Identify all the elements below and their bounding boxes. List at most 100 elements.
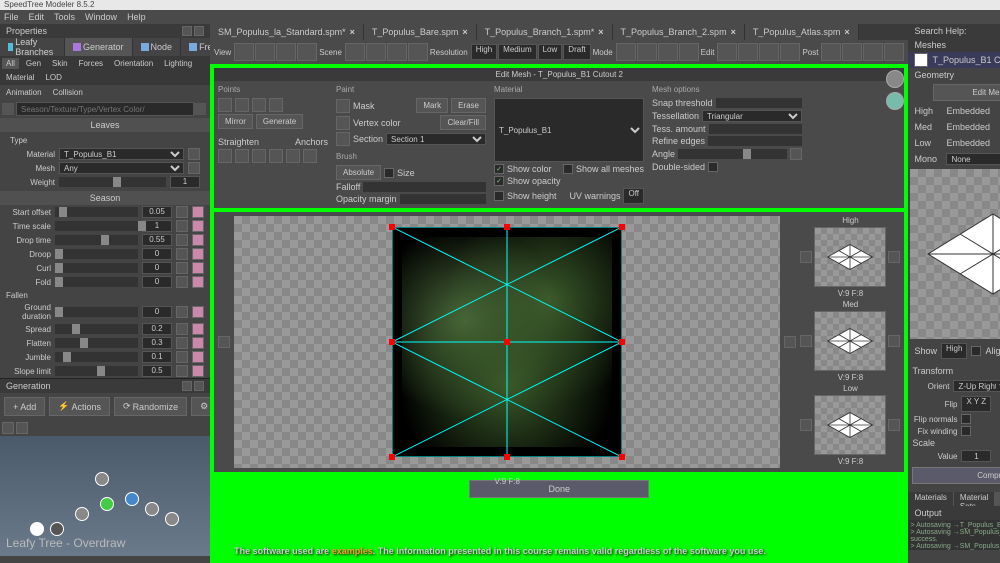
subtab-anim[interactable]: Animation: [2, 87, 46, 98]
value-field[interactable]: 0.05: [142, 206, 172, 218]
nav-icon[interactable]: [888, 251, 900, 263]
plus-icon[interactable]: [188, 148, 200, 160]
vary-icon[interactable]: [192, 234, 204, 246]
subtab-skin[interactable]: Skin: [48, 58, 72, 69]
slider[interactable]: [55, 307, 138, 317]
slider[interactable]: [55, 366, 138, 376]
sec-icon[interactable]: [336, 132, 350, 146]
menu-tools[interactable]: Tools: [54, 12, 75, 22]
double-check[interactable]: [708, 162, 718, 172]
doc-tab[interactable]: SM_Populus_la_Standard.spm*×: [210, 24, 364, 40]
toolbar-icon[interactable]: [345, 43, 365, 61]
toolbar-icon[interactable]: [717, 43, 737, 61]
value-field[interactable]: 1: [142, 220, 172, 232]
subtab-orient[interactable]: Orientation: [110, 58, 157, 69]
toolbar-icon[interactable]: [679, 43, 699, 61]
actions-button[interactable]: ⚡Actions: [49, 397, 110, 416]
uv-select[interactable]: Off: [623, 188, 644, 204]
doc-tab[interactable]: T_Populus_Atlas.spm×: [745, 24, 859, 40]
tab-matsets[interactable]: Material Sets: [954, 492, 995, 506]
slider[interactable]: [55, 263, 138, 273]
res-option[interactable]: High: [471, 44, 497, 60]
vary-icon[interactable]: [192, 220, 204, 232]
vary-icon[interactable]: [192, 262, 204, 274]
curve-icon[interactable]: [176, 248, 188, 260]
plus-icon[interactable]: [188, 162, 200, 174]
slider[interactable]: [55, 338, 138, 348]
hand-icon[interactable]: [914, 53, 928, 67]
value-field[interactable]: 0.3: [142, 337, 172, 349]
slider[interactable]: [55, 352, 138, 362]
vary-icon[interactable]: [192, 365, 204, 377]
nav-icon[interactable]: [800, 251, 812, 263]
refine-slider[interactable]: [708, 136, 802, 146]
curve-icon[interactable]: [176, 337, 188, 349]
subtab-all[interactable]: All: [2, 58, 19, 69]
subtab-mat[interactable]: Material: [2, 72, 38, 83]
close-icon[interactable]: ×: [350, 27, 355, 37]
fixwind-check[interactable]: [961, 426, 971, 436]
tab-leafy-branches[interactable]: Leafy Branches: [0, 38, 65, 56]
tab-meshes[interactable]: Meshes: [995, 492, 1000, 506]
tab-generator[interactable]: Generator: [65, 38, 133, 56]
vc-icon[interactable]: [336, 116, 350, 130]
value-field[interactable]: 0.55: [142, 234, 172, 246]
menu-help[interactable]: Help: [127, 12, 146, 22]
nav-icon[interactable]: [888, 419, 900, 431]
undock-icon[interactable]: [182, 26, 192, 36]
nav-left-icon[interactable]: [218, 336, 230, 348]
material-select[interactable]: T_Populus_B1: [59, 148, 184, 160]
target-icon[interactable]: [886, 92, 904, 110]
toolbar-icon[interactable]: [616, 43, 636, 61]
mesh-select[interactable]: Any: [59, 162, 184, 174]
mat-select[interactable]: T_Populus_B1: [494, 98, 644, 162]
tessamt-slider[interactable]: [709, 124, 802, 134]
flip-select[interactable]: X Y Z: [961, 396, 991, 412]
slider[interactable]: [55, 207, 138, 217]
size-check[interactable]: [384, 168, 394, 178]
flipnorm-check[interactable]: [961, 414, 971, 424]
toolbar-icon[interactable]: [408, 43, 428, 61]
point-icon[interactable]: [252, 98, 266, 112]
subtab-coll[interactable]: Collision: [49, 87, 87, 98]
value-field[interactable]: 0: [142, 262, 172, 274]
menu-file[interactable]: File: [4, 12, 19, 22]
res-option[interactable]: Medium: [498, 44, 536, 60]
slider[interactable]: [55, 277, 138, 287]
node-graph[interactable]: Leafy Tree - Overdraw: [0, 436, 210, 556]
subtab-light[interactable]: Lighting: [160, 58, 196, 69]
subtab-forces[interactable]: Forces: [75, 58, 107, 69]
preview-Med[interactable]: [814, 311, 886, 371]
weight-slider[interactable]: [59, 177, 166, 187]
add-button[interactable]: +Add: [4, 397, 45, 416]
curve-icon[interactable]: [176, 306, 188, 318]
mirror-button[interactable]: Mirror: [218, 114, 253, 129]
generate-button[interactable]: Generate: [256, 114, 303, 129]
toolbar-icon[interactable]: [255, 43, 275, 61]
close-icon[interactable]: [194, 26, 204, 36]
weight-value[interactable]: 1: [170, 176, 200, 188]
close-icon[interactable]: ×: [462, 27, 467, 37]
toolbar-icon[interactable]: [387, 43, 407, 61]
doc-tab[interactable]: T_Populus_Branch_1.spm*×: [477, 24, 613, 40]
doc-tab[interactable]: T_Populus_Branch_2.spm×: [613, 24, 745, 40]
curve-icon[interactable]: [176, 206, 188, 218]
curve-icon[interactable]: [176, 262, 188, 274]
edit-mesh-button[interactable]: Edit Mesh...: [933, 84, 1000, 101]
mono-select[interactable]: None: [946, 153, 1000, 165]
tess-select[interactable]: Triangular: [702, 110, 802, 122]
point-icon[interactable]: [218, 98, 232, 112]
3d-preview[interactable]: [910, 169, 1000, 339]
randomize-button[interactable]: ⟳Randomize: [114, 397, 187, 416]
value-field[interactable]: 0: [142, 276, 172, 288]
angle-slider[interactable]: [678, 149, 787, 159]
leaves-section[interactable]: Leaves: [0, 118, 210, 132]
curve-icon[interactable]: [176, 351, 188, 363]
nav-icon[interactable]: [16, 422, 28, 434]
value-field[interactable]: 0: [142, 248, 172, 260]
st-icon[interactable]: [252, 149, 266, 163]
curve-icon[interactable]: [176, 323, 188, 335]
curve-icon[interactable]: [176, 220, 188, 232]
undock-icon[interactable]: [182, 381, 192, 391]
angle-lock-icon[interactable]: [790, 148, 802, 160]
